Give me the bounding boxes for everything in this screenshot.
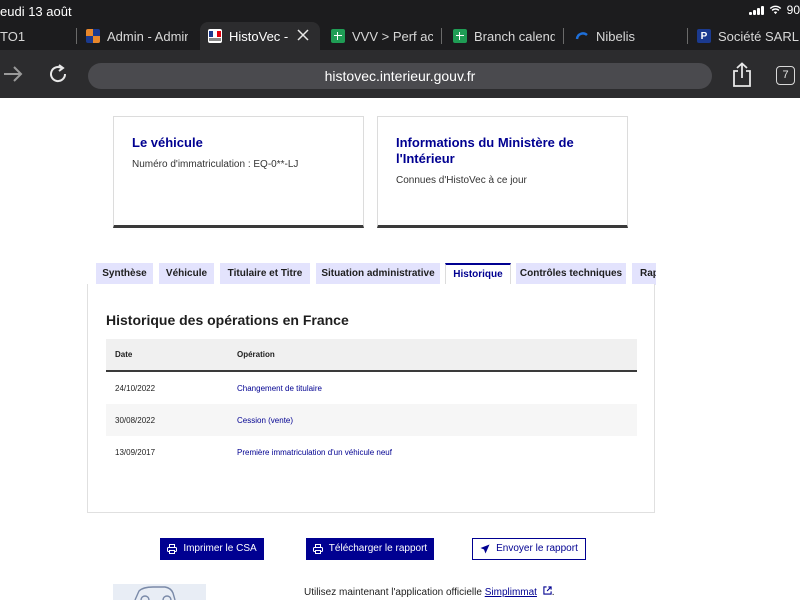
- tab-separator: [687, 28, 688, 44]
- print-csa-button[interactable]: Imprimer le CSA: [160, 538, 264, 560]
- status-date: eudi 13 août: [0, 4, 72, 19]
- browser-tab-nibelis[interactable]: Nibelis: [575, 22, 675, 50]
- report-tabs: Synthèse Véhicule Titulaire et Titre Sit…: [96, 263, 656, 285]
- car-illustration: [113, 584, 206, 600]
- row-operation: Changement de titulaire: [237, 383, 322, 393]
- tab-synthese[interactable]: Synthèse: [96, 263, 153, 285]
- tab-rapport[interactable]: Rap: [632, 263, 656, 285]
- green-grid-icon: [453, 29, 467, 43]
- history-title: Historique des opérations en France: [106, 312, 349, 328]
- table-header: Date Opération: [106, 339, 637, 372]
- page-content: Le véhicule Numéro d'immatriculation : E…: [0, 98, 800, 600]
- send-report-label: Envoyer le rapport: [496, 543, 578, 554]
- browser-tab-label: Admin - Admin: [107, 28, 188, 44]
- status-indicators: 90: [748, 3, 800, 17]
- history-table: Date Opération 24/10/2022 Changement de …: [106, 339, 637, 468]
- row-operation: Première immatriculation d'un véhicule n…: [237, 447, 392, 457]
- history-panel: Historique des opérations en France Date…: [87, 284, 655, 513]
- browser-tab-admin[interactable]: Admin - Admin: [86, 22, 188, 50]
- status-bar: eudi 13 août 90: [0, 0, 800, 22]
- download-report-button[interactable]: Télécharger le rapport: [306, 538, 434, 560]
- reload-icon[interactable]: [47, 63, 69, 85]
- browser-tab-vvv[interactable]: VVV > Perf ach: [331, 22, 433, 50]
- browser-tab-label: Branch calenda: [474, 28, 555, 44]
- simplimmat-link[interactable]: Simplimmat: [485, 587, 537, 598]
- ministry-card: Informations du Ministère de l'Intérieur…: [377, 116, 628, 228]
- download-report-label: Télécharger le rapport: [328, 543, 428, 554]
- column-header-date: Date: [115, 350, 133, 359]
- share-icon[interactable]: [731, 62, 753, 88]
- promo-message: Utilisez maintenant l'application offici…: [304, 586, 555, 598]
- tab-situation-administrative[interactable]: Situation administrative: [316, 263, 440, 285]
- plate-number: Numéro d'immatriculation : EQ-0**-LJ: [132, 159, 299, 170]
- cellular-signal-icon: [748, 5, 764, 15]
- promo-suffix: .: [551, 587, 555, 598]
- browser-tab-bar: TO1 Admin - Admin HistoVec - VVV > Perf …: [0, 22, 800, 50]
- printer-icon: [167, 544, 178, 554]
- table-row: 30/08/2022 Cession (vente): [106, 404, 637, 436]
- tab-historique[interactable]: Historique: [445, 263, 511, 285]
- tab-vehicule[interactable]: Véhicule: [159, 263, 214, 285]
- external-link-icon: [543, 586, 552, 595]
- tab-count-button[interactable]: 7: [776, 66, 795, 85]
- blue-arc-icon: [575, 32, 588, 40]
- table-row: 13/09/2017 Première immatriculation d'un…: [106, 436, 637, 468]
- histovec-logo-icon: [208, 29, 222, 43]
- browser-tab-label: Nibelis: [596, 28, 636, 44]
- row-date: 13/09/2017: [115, 447, 156, 457]
- printer-icon: [312, 544, 323, 554]
- browser-tab-label: TO1: [0, 28, 26, 44]
- table-row: 24/10/2022 Changement de titulaire: [106, 372, 637, 404]
- print-csa-label: Imprimer le CSA: [183, 543, 257, 554]
- promo-text: Utilisez maintenant l'application offici…: [304, 587, 482, 598]
- ministry-card-title: Informations du Ministère de l'Intérieur: [396, 135, 574, 166]
- tab-separator: [563, 28, 564, 44]
- browser-tab-histovec[interactable]: HistoVec -: [200, 22, 320, 50]
- forward-arrow-icon[interactable]: [2, 65, 24, 83]
- send-report-button[interactable]: Envoyer le rapport: [472, 538, 586, 560]
- browser-tab-label: Société SARL: [718, 28, 799, 44]
- tab-separator: [441, 28, 442, 44]
- browser-tab-societe[interactable]: P Société SARL: [697, 22, 800, 50]
- ministry-card-subtitle: Connues d'HistoVec à ce jour: [396, 175, 527, 186]
- browser-tab-label: VVV > Perf ach: [352, 28, 433, 44]
- car-icon: [134, 586, 176, 600]
- battery-percent: 90: [786, 3, 800, 17]
- browser-tab-label: HistoVec -: [229, 28, 289, 44]
- row-date: 24/10/2022: [115, 383, 156, 393]
- column-header-operation: Opération: [237, 350, 275, 359]
- browser-tab-1[interactable]: TO1: [0, 22, 70, 50]
- row-date: 30/08/2022: [115, 415, 156, 425]
- close-tab-icon[interactable]: [296, 28, 310, 42]
- vehicle-card-title: Le véhicule: [132, 135, 203, 150]
- send-arrow-icon: [480, 544, 490, 554]
- row-operation: Cession (vente): [237, 415, 294, 425]
- tab-controles-techniques[interactable]: Contrôles techniques: [516, 263, 626, 285]
- wifi-icon: [769, 5, 781, 15]
- tab-titulaire[interactable]: Titulaire et Titre: [220, 263, 310, 285]
- browser-toolbar: histovec.interieur.gouv.fr 7: [0, 50, 800, 98]
- address-bar[interactable]: histovec.interieur.gouv.fr: [88, 63, 712, 89]
- orange-blue-squares-icon: [86, 29, 100, 43]
- green-grid-icon: [331, 29, 345, 43]
- vehicle-card: Le véhicule Numéro d'immatriculation : E…: [113, 116, 364, 228]
- tab-separator: [76, 28, 77, 44]
- browser-tab-branch[interactable]: Branch calenda: [453, 22, 555, 50]
- letter-p-icon: P: [697, 29, 711, 43]
